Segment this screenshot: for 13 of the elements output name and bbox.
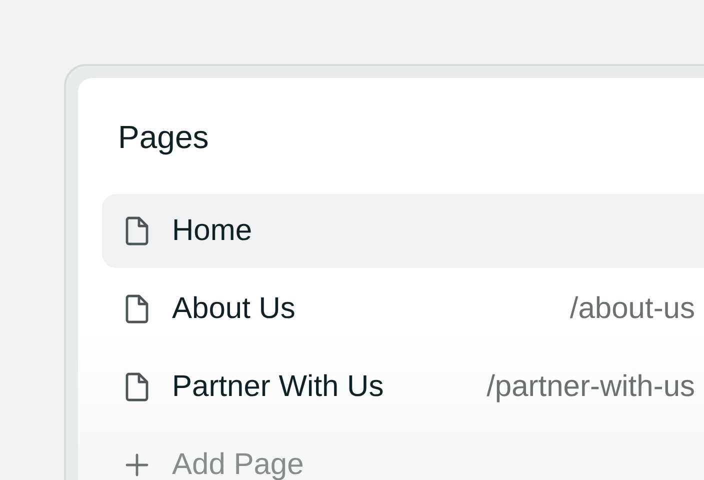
page-path: /partner-with-us [486, 370, 695, 404]
file-icon [124, 294, 150, 324]
file-icon [124, 216, 150, 246]
panel-title: Pages [118, 118, 210, 157]
file-icon [124, 372, 150, 402]
plus-icon [124, 452, 150, 478]
page-path: /about-us [570, 292, 695, 326]
page-name: About Us [172, 292, 296, 326]
page-item[interactable]: Home [102, 194, 704, 268]
page-name: Home [172, 214, 254, 248]
page-item[interactable]: Partner With Us /partner-with-us [102, 350, 704, 424]
page-name: Partner With Us [172, 370, 385, 404]
page-item[interactable]: About Us /about-us [102, 272, 704, 346]
